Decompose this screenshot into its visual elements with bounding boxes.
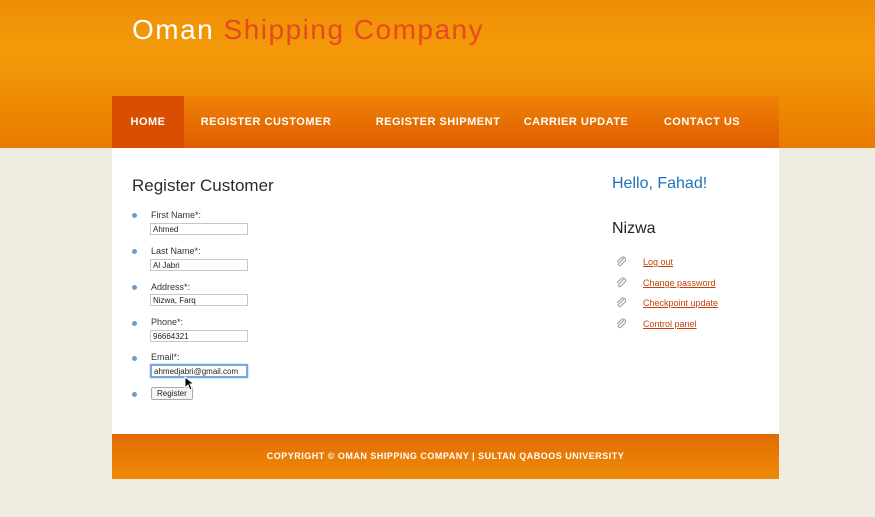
nav-contact-us[interactable]: CONTACT US: [652, 96, 752, 148]
location-heading: Nizwa: [612, 220, 656, 237]
paperclip-icon: [616, 277, 626, 288]
nav-register-shipment[interactable]: REGISTER SHIPMENT: [348, 96, 528, 148]
nav-register-customer[interactable]: REGISTER CUSTOMER: [184, 96, 348, 148]
logout-link[interactable]: Log out: [643, 257, 673, 267]
change-password-link[interactable]: Change password: [643, 278, 716, 288]
control-panel-link[interactable]: Control panel: [643, 319, 697, 329]
list-bullet: [132, 213, 137, 218]
last-name-field[interactable]: [150, 259, 248, 271]
site-footer: COPYRIGHT © OMAN SHIPPING COMPANY | SULT…: [112, 434, 779, 479]
list-bullet: [132, 249, 137, 254]
site-logo[interactable]: Oman Shipping Company: [132, 14, 484, 46]
logo-word-oman: Oman: [132, 14, 215, 45]
list-bullet: [132, 285, 137, 290]
page-title: Register Customer: [132, 176, 274, 195]
list-bullet: [132, 392, 137, 397]
copyright-text: COPYRIGHT © OMAN SHIPPING COMPANY | SULT…: [266, 451, 625, 461]
address-label: Address*:: [151, 282, 191, 292]
address-field[interactable]: [150, 294, 248, 306]
paperclip-icon: [616, 256, 626, 267]
greeting: Hello, Fahad!: [612, 175, 708, 192]
phone-label: Phone*:: [151, 317, 184, 327]
first-name-label: First Name*:: [151, 210, 202, 220]
list-bullet: [132, 321, 137, 326]
mouse-cursor-icon: [184, 376, 196, 391]
list-bullet: [132, 356, 137, 361]
last-name-label: Last Name*:: [151, 246, 201, 256]
email-field[interactable]: [150, 364, 248, 378]
paperclip-icon: [616, 318, 626, 329]
email-label: Email*:: [151, 352, 180, 362]
nav-carrier-update[interactable]: CARRIER UPDATE: [512, 96, 640, 148]
nav-home[interactable]: HOME: [112, 96, 184, 148]
logo-word-shipping-company: Shipping Company: [223, 14, 485, 45]
first-name-field[interactable]: [150, 223, 248, 235]
paperclip-icon: [616, 297, 626, 308]
checkpoint-update-link[interactable]: Checkpoint update: [643, 298, 718, 308]
phone-field[interactable]: [150, 330, 248, 342]
main-nav: HOME REGISTER CUSTOMER REGISTER SHIPMENT…: [112, 96, 779, 148]
